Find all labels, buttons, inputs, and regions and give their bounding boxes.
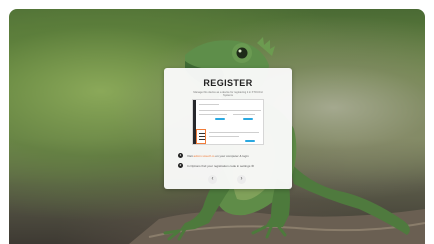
admin-link[interactable]: admin.xtouch.io (193, 154, 214, 158)
registration-screenshot-illustration (192, 99, 264, 145)
chevron-right-icon[interactable]: › (237, 175, 246, 184)
step-1-text-after: on your computer & login (214, 153, 249, 158)
highlight-box (196, 129, 206, 144)
dialog-title: REGISTER (203, 78, 253, 88)
step-1: 1 Visit admin.xtouch.io on your computer… (178, 153, 249, 158)
dialog-subtitle: Manage this device as a device for regis… (193, 91, 263, 98)
step-2: 2 In Options find your registration code… (178, 163, 254, 168)
step-2-text: In Options find your registration code i… (187, 163, 254, 168)
chevron-left-icon[interactable]: ‹ (208, 175, 217, 184)
register-dialog: REGISTER Manage this device as a device … (164, 68, 292, 189)
step-2-number: 2 (178, 163, 183, 168)
step-1-number: 1 (178, 153, 183, 158)
